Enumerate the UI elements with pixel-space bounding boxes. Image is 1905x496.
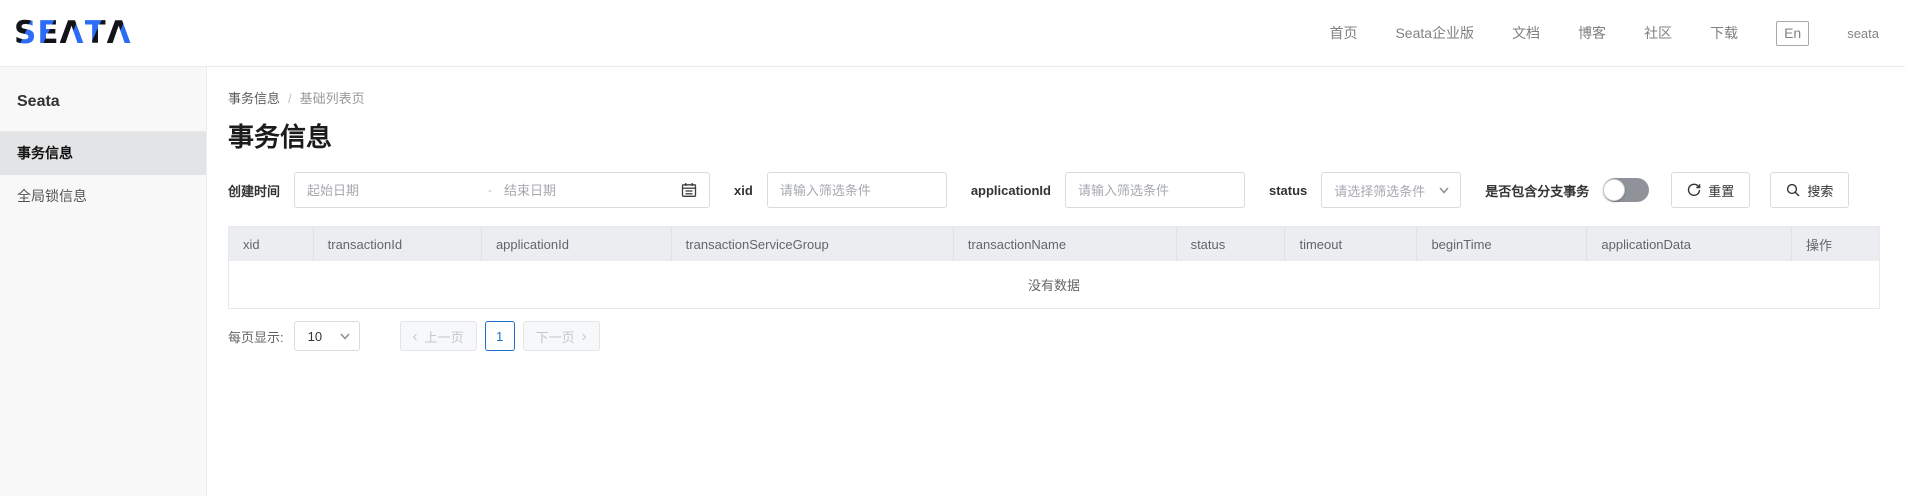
seata-logo[interactable]: SEΛTΛ	[14, 15, 132, 51]
page-size-label: 每页显示:	[228, 327, 284, 346]
date-range-separator: -	[488, 183, 492, 197]
nav-item-docs[interactable]: 文档	[1512, 23, 1540, 43]
date-range-picker[interactable]: -	[294, 172, 710, 208]
breadcrumb-section[interactable]: 事务信息	[228, 91, 280, 106]
application-id-label: applicationId	[971, 183, 1051, 198]
status-select[interactable]: 请选择筛选条件	[1321, 172, 1461, 208]
start-date-input[interactable]	[307, 183, 476, 198]
chevron-right-icon: ›	[582, 329, 587, 344]
prev-page-label: 上一页	[425, 327, 464, 346]
nav-item-enterprise[interactable]: Seata企业版	[1395, 23, 1474, 43]
nav-item-download[interactable]: 下载	[1710, 23, 1738, 43]
column-header-transaction-id: transactionId	[313, 227, 481, 261]
toggle-knob	[1603, 179, 1625, 201]
pager: ‹ 上一页 1 下一页 ›	[400, 321, 600, 351]
column-header-xid: xid	[229, 227, 313, 261]
column-header-status: status	[1176, 227, 1285, 261]
end-date-input[interactable]	[504, 183, 673, 198]
created-time-label: 创建时间	[228, 181, 280, 200]
filter-bar: 创建时间 - xid applicatio	[228, 172, 1880, 208]
current-username[interactable]: seata	[1847, 26, 1879, 41]
reset-button[interactable]: 重置	[1671, 172, 1750, 208]
column-header-transaction-service-group: transactionServiceGroup	[671, 227, 953, 261]
breadcrumb-separator: /	[288, 91, 292, 106]
column-header-application-data: applicationData	[1587, 227, 1792, 261]
xid-label: xid	[734, 183, 753, 198]
column-header-actions: 操作	[1791, 227, 1879, 261]
page-size-select[interactable]: 10	[294, 321, 360, 351]
main-content: 事务信息 / 基础列表页 事务信息 创建时间 -	[207, 67, 1905, 496]
sidebar-item-global-lock-info[interactable]: 全局锁信息	[0, 175, 206, 218]
next-page-label: 下一页	[536, 327, 575, 346]
include-branch-toggle[interactable]	[1603, 178, 1649, 202]
top-navigation: 首页 Seata企业版 文档 博客 社区 下载 En seata	[1329, 21, 1879, 46]
refresh-icon	[1687, 183, 1701, 197]
column-header-transaction-name: transactionName	[953, 227, 1176, 261]
search-button[interactable]: 搜索	[1770, 172, 1849, 208]
next-page-button[interactable]: 下一页 ›	[523, 321, 600, 351]
breadcrumb-current: 基础列表页	[300, 91, 365, 106]
empty-row: 没有数据	[229, 261, 1879, 308]
sidebar: Seata 事务信息 全局锁信息	[0, 67, 207, 496]
application-id-input[interactable]	[1065, 172, 1245, 208]
logo-letter: Λ	[107, 15, 132, 51]
column-header-begin-time: beginTime	[1417, 227, 1587, 261]
transaction-table: xid transactionId applicationId transact…	[228, 226, 1880, 309]
logo-letter: Λ	[60, 15, 85, 51]
column-header-application-id: applicationId	[481, 227, 671, 261]
language-switch-button[interactable]: En	[1776, 21, 1809, 46]
table-header-row: xid transactionId applicationId transact…	[229, 227, 1879, 261]
calendar-icon[interactable]	[681, 182, 697, 198]
column-header-timeout: timeout	[1285, 227, 1417, 261]
chevron-left-icon: ‹	[413, 329, 418, 344]
current-page-button[interactable]: 1	[485, 321, 515, 351]
topbar: SEΛTΛ 首页 Seata企业版 文档 博客 社区 下载 En seata	[0, 0, 1905, 67]
empty-state-text: 没有数据	[229, 261, 1879, 308]
nav-item-community[interactable]: 社区	[1644, 23, 1672, 43]
nav-item-home[interactable]: 首页	[1329, 23, 1357, 43]
breadcrumb: 事务信息 / 基础列表页	[228, 88, 1880, 107]
sidebar-title: Seata	[0, 67, 206, 132]
include-branch-label: 是否包含分支事务	[1485, 181, 1589, 200]
prev-page-button[interactable]: ‹ 上一页	[400, 321, 477, 351]
sidebar-item-transaction-info[interactable]: 事务信息	[0, 132, 206, 175]
chevron-down-icon	[339, 330, 351, 342]
reset-button-label: 重置	[1708, 181, 1734, 200]
logo-letter: T	[85, 15, 107, 51]
status-label: status	[1269, 183, 1307, 198]
chevron-down-icon	[1438, 184, 1450, 196]
search-icon	[1786, 183, 1800, 197]
pagination: 每页显示: 10 ‹ 上一页 1 下一页 ›	[228, 321, 1880, 351]
page-size-value: 10	[308, 329, 322, 344]
logo-letter: E	[37, 15, 59, 51]
page-title: 事务信息	[228, 117, 1880, 154]
logo-letter: S	[14, 15, 37, 51]
status-select-placeholder: 请选择筛选条件	[1334, 181, 1425, 200]
search-button-label: 搜索	[1807, 181, 1833, 200]
xid-input[interactable]	[767, 172, 947, 208]
nav-item-blog[interactable]: 博客	[1578, 23, 1606, 43]
